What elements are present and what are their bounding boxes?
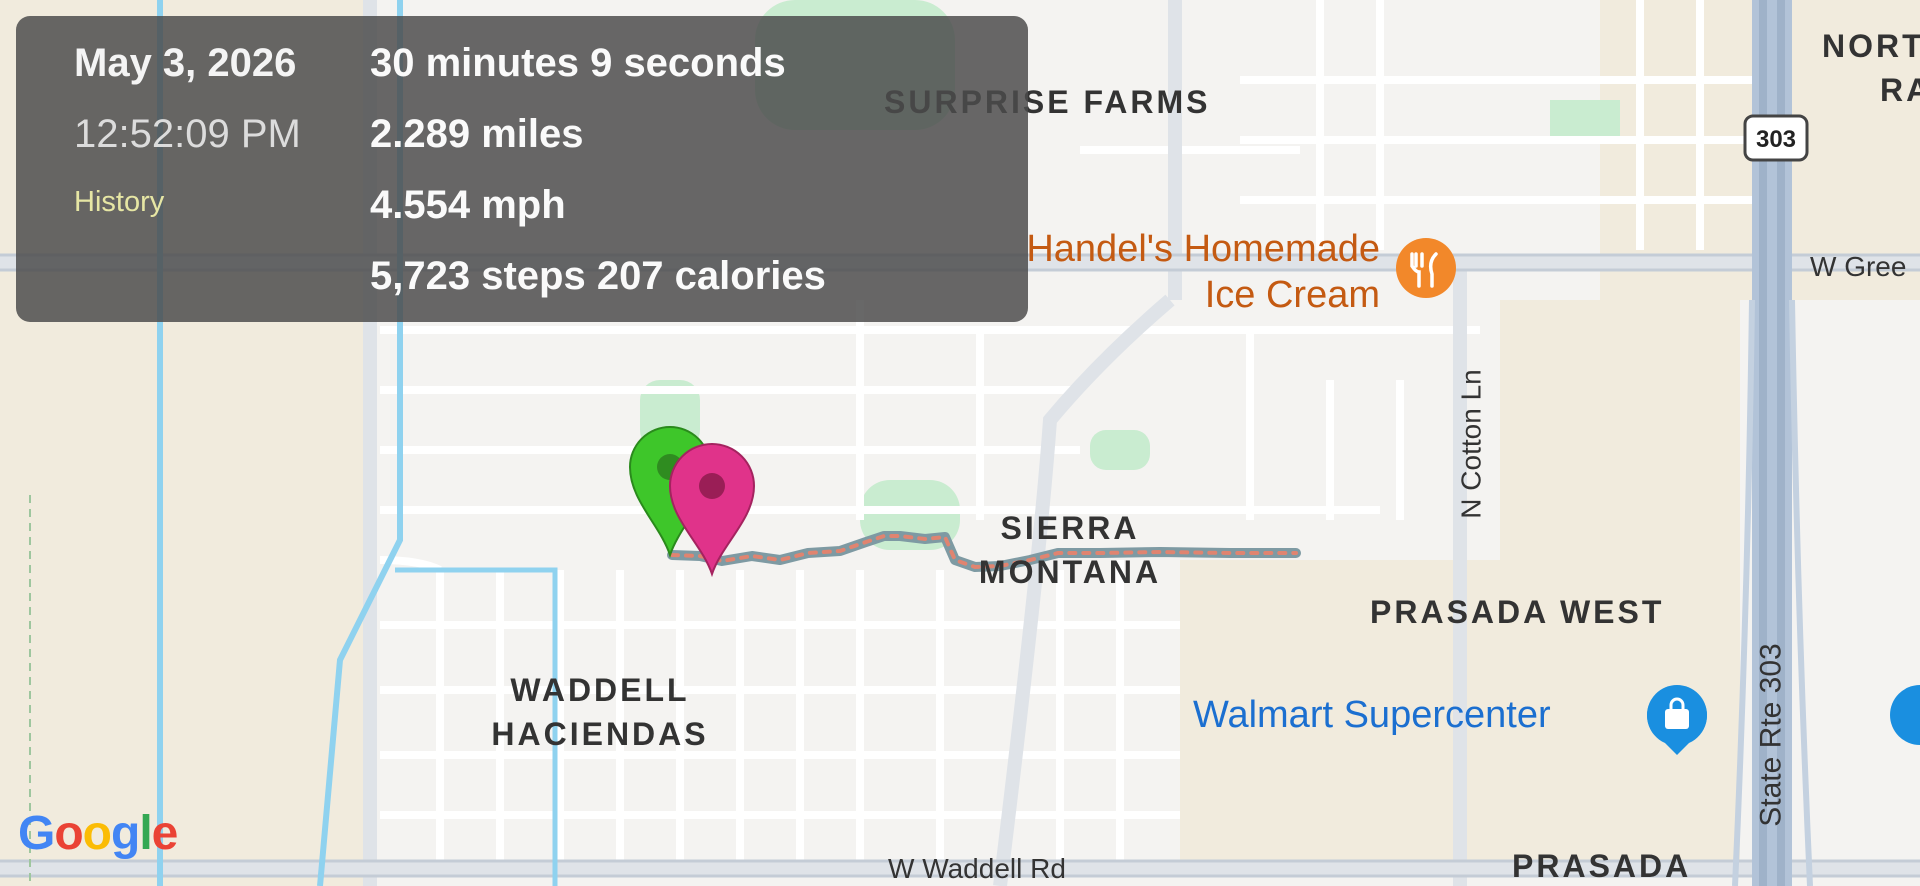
google-logo-letter: l [139, 807, 152, 860]
google-logo-text: Google [18, 807, 179, 860]
activity-time: 12:52:09 PM [74, 112, 301, 156]
area-label-line: NORT [1822, 28, 1920, 64]
route-shield-icon: 303 [1743, 114, 1809, 162]
route-shield-number: 303 [1756, 126, 1796, 153]
park [1090, 430, 1150, 470]
area-label-line: SIERRA [1000, 510, 1140, 546]
area-label-north: NORT RA [1822, 26, 1920, 110]
google-logo-letter: o [82, 807, 112, 860]
google-logo-letter: g [111, 807, 140, 860]
area-label-line: MONTANA [978, 554, 1162, 590]
activity-distance: 2.289 miles [370, 112, 584, 156]
activity-speed: 4.554 mph [370, 183, 566, 227]
activity-summary-panel: May 3, 2026 12:52:09 PM History 30 minut… [16, 16, 1028, 322]
google-logo-letter: e [151, 807, 179, 860]
history-link[interactable]: History [74, 179, 164, 225]
area-label-line: HACIENDAS [491, 716, 709, 752]
place-label-walmart[interactable]: Walmart Supercenter [1193, 692, 1551, 738]
activity-duration: 30 minutes 9 seconds [370, 41, 786, 85]
activity-steps-calories: 5,723 steps 207 calories [370, 254, 826, 298]
park [1550, 100, 1620, 140]
activity-date: May 3, 2026 [74, 41, 297, 85]
land-area-east [1500, 300, 1740, 860]
area-label-prasada: PRASADA [1512, 848, 1692, 884]
street-label-cotton-ln: N Cotton Ln [1455, 369, 1487, 519]
area-label-prasada-west: PRASADA WEST [1370, 594, 1665, 630]
street-label-w-green: W Gree [1810, 251, 1907, 282]
area-label-sierra-montana: SIERRA MONTANA [960, 508, 1180, 592]
google-logo-letter: o [54, 807, 83, 860]
area-label-waddell-haciendas: WADDELL HACIENDAS [470, 670, 730, 754]
area-label-line: RA [1880, 72, 1920, 108]
street-label-state-rte-303: State Rte 303 [1754, 643, 1788, 827]
area-label-line: WADDELL [510, 672, 690, 708]
street-label-waddell-rd: W Waddell Rd [888, 853, 1066, 884]
google-logo: Google [18, 806, 179, 861]
restaurant-icon[interactable] [1396, 238, 1456, 298]
google-logo-letter: G [18, 807, 55, 860]
